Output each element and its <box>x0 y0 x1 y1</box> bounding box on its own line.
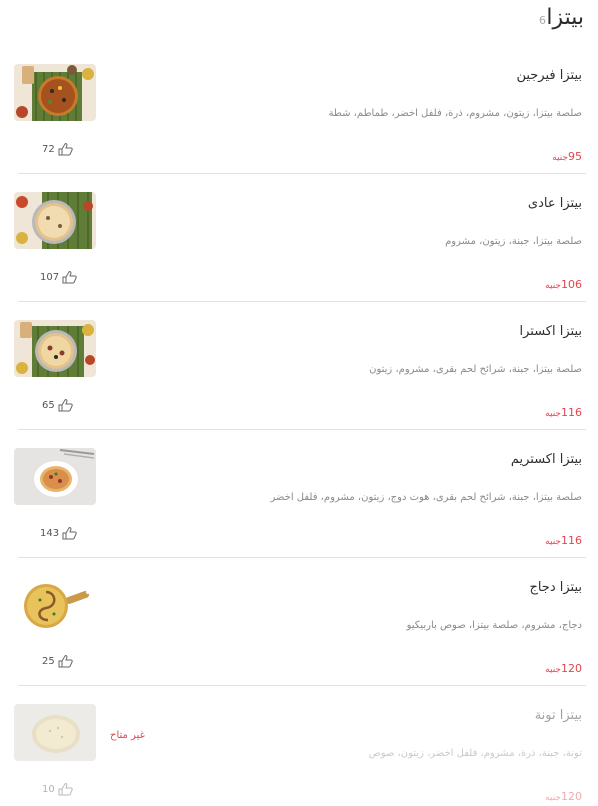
thumbs-up-icon <box>62 271 77 284</box>
like-button[interactable]: 143 <box>40 527 77 540</box>
price-currency: جنيه <box>552 153 568 163</box>
price-currency: جنيه <box>545 665 561 675</box>
pizza-board-icon[interactable] <box>14 192 96 249</box>
like-count: 65 <box>42 400 55 411</box>
thumbs-up-icon <box>58 655 73 668</box>
price-currency: جنيه <box>545 793 561 803</box>
category-title: بيتزا <box>546 5 584 30</box>
menu-item[interactable]: بيتزا اكسترا صلصة بيتزا، جبنة، شرائح لحم… <box>0 302 598 430</box>
menu-item[interactable]: غير متاح بيتزا تونة تونة، جبنة، ذرة، مشر… <box>0 686 598 806</box>
thumbs-up-icon <box>58 783 73 796</box>
like-count: 72 <box>42 144 55 155</box>
pizza-dough-icon[interactable] <box>14 704 96 761</box>
item-description: دجاج، مشروم، صلصة بيتزا، صوص باربيكيو <box>406 620 582 631</box>
item-price: 120جنيه <box>545 657 582 676</box>
thumbs-up-icon <box>58 399 73 412</box>
pizza-plate-icon[interactable] <box>14 448 96 505</box>
item-name[interactable]: بيتزا عادى <box>528 196 582 211</box>
price-value: 106 <box>561 278 582 291</box>
item-name[interactable]: بيتزا فيرجين <box>516 68 582 83</box>
item-description: صلصة بيتزا، زيتون، مشروم، ذرة، فلفل اخضر… <box>328 108 582 119</box>
like-button[interactable]: 107 <box>40 271 77 284</box>
item-price: 95جنيه <box>552 145 582 164</box>
category-header: بيتزا 6 <box>0 0 598 48</box>
menu-item[interactable]: بيتزا عادى صلصة بيتزا، جبنة، زيتون، مشرو… <box>0 174 598 302</box>
item-price: 120جنيه <box>545 785 582 804</box>
status-badge: غير متاح <box>110 730 145 741</box>
item-price: 116جنيه <box>545 401 582 420</box>
menu-item[interactable]: بيتزا فيرجين صلصة بيتزا، زيتون، مشروم، ذ… <box>0 46 598 174</box>
like-count: 10 <box>42 784 55 795</box>
item-name[interactable]: بيتزا اكسترا <box>520 324 583 339</box>
pizza-peel-icon[interactable] <box>14 576 96 633</box>
like-button[interactable]: 25 <box>42 655 73 668</box>
like-button[interactable]: 10 <box>42 783 73 796</box>
pizza-board-icon[interactable] <box>14 320 96 377</box>
price-value: 95 <box>568 150 582 163</box>
item-price: 106جنيه <box>545 273 582 292</box>
price-value: 120 <box>561 662 582 675</box>
pizza-board-icon[interactable] <box>14 64 96 121</box>
item-description: صلصة بيتزا، جبنة، شرائح لحم بقرى، هوت دو… <box>270 492 582 503</box>
price-currency: جنيه <box>545 281 561 291</box>
price-currency: جنيه <box>545 409 561 419</box>
price-value: 116 <box>561 406 582 419</box>
like-count: 25 <box>42 656 55 667</box>
item-description: صلصة بيتزا، جبنة، شرائح لحم بقرى، مشروم،… <box>369 364 582 375</box>
menu-item[interactable]: بيتزا اكستريم صلصة بيتزا، جبنة، شرائح لح… <box>0 430 598 558</box>
item-description: صلصة بيتزا، جبنة، زيتون، مشروم <box>445 236 582 247</box>
price-currency: جنيه <box>545 537 561 547</box>
menu-item[interactable]: بيتزا دجاج دجاج، مشروم، صلصة بيتزا، صوص … <box>0 558 598 686</box>
price-value: 120 <box>561 790 582 803</box>
like-button[interactable]: 65 <box>42 399 73 412</box>
item-name[interactable]: بيتزا اكستريم <box>511 452 582 467</box>
item-name[interactable]: بيتزا دجاج <box>529 580 582 595</box>
like-count: 143 <box>40 528 60 539</box>
item-name[interactable]: بيتزا تونة <box>535 708 582 723</box>
price-value: 116 <box>561 534 582 547</box>
item-price: 116جنيه <box>545 529 582 548</box>
thumbs-up-icon <box>62 527 77 540</box>
item-description: تونة، جبنة، ذرة، مشروم، فلفل اخضر، زيتون… <box>368 748 582 759</box>
like-count: 107 <box>40 272 60 283</box>
like-button[interactable]: 72 <box>42 143 73 156</box>
category-count: 6 <box>539 14 546 27</box>
thumbs-up-icon <box>58 143 73 156</box>
